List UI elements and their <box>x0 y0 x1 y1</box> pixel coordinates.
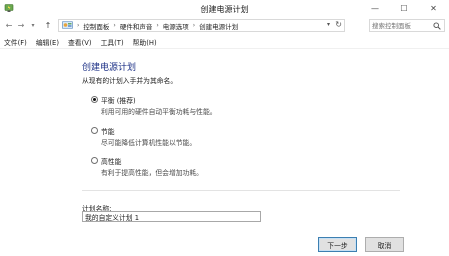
breadcrumb-control-panel[interactable]: 控制面板 <box>83 21 109 31</box>
close-button[interactable]: ✕ <box>418 0 449 17</box>
maximize-button[interactable]: ☐ <box>392 0 416 17</box>
forward-button[interactable]: → <box>16 20 26 31</box>
menu-file[interactable]: 文件(F) <box>4 37 27 47</box>
breadcrumb-hardware-sound[interactable]: 硬件和声音 <box>120 21 153 31</box>
breadcrumb-power-options[interactable]: 电源选项 <box>163 21 189 31</box>
breadcrumb-separator: › <box>192 22 196 29</box>
menu-help[interactable]: 帮助(H) <box>133 37 157 47</box>
address-dropdown-button[interactable]: ▾ <box>327 21 330 28</box>
menu-bar: 文件(F) 编辑(E) 查看(V) 工具(T) 帮助(H) <box>0 35 449 49</box>
breadcrumb-separator: › <box>77 22 80 29</box>
search-icon[interactable] <box>433 22 441 30</box>
recent-locations-button[interactable]: ▾ <box>28 20 38 31</box>
menu-view[interactable]: 查看(V) <box>68 37 92 47</box>
balanced-label[interactable]: 平衡 (推荐) <box>101 95 136 105</box>
title-bar: 创建电源计划 — ☐ ✕ <box>0 0 449 17</box>
refresh-button[interactable]: ↻ <box>335 20 342 29</box>
page-heading: 创建电源计划 <box>82 63 137 73</box>
high-performance-description: 有利于提高性能，但会增加功耗。 <box>101 169 203 177</box>
high-performance-label[interactable]: 高性能 <box>101 156 121 166</box>
high-performance-radio[interactable] <box>91 157 98 164</box>
section-divider <box>82 190 400 191</box>
power-saver-label[interactable]: 节能 <box>101 126 115 136</box>
power-saver-radio[interactable] <box>91 127 98 134</box>
balanced-description: 利用可用的硬件自动平衡功耗与性能。 <box>101 108 217 116</box>
breadcrumb-create-power-plan[interactable]: 创建电源计划 <box>199 21 238 31</box>
breadcrumb-separator: › <box>113 22 116 29</box>
address-bar[interactable]: › 控制面板 › 硬件和声音 › 电源选项 › 创建电源计划 ▾ ↻ <box>58 19 345 32</box>
breadcrumb-separator: › <box>156 22 159 29</box>
page-subtitle: 从现有的计划入手并为其命名。 <box>82 77 178 85</box>
search-box[interactable] <box>369 19 445 32</box>
menu-edit[interactable]: 编辑(E) <box>36 37 59 47</box>
search-input[interactable] <box>372 20 430 31</box>
address-row: ← → ▾ ↑ › 控制面板 › 硬件和声音 › 电源选项 › 创建电源计划 ▾… <box>0 17 449 34</box>
cancel-button[interactable]: 取消 <box>365 237 404 252</box>
menu-tools[interactable]: 工具(T) <box>101 37 124 47</box>
up-button[interactable]: ↑ <box>43 20 53 31</box>
power-saver-description: 尽可能降低计算机性能以节能。 <box>101 139 197 147</box>
plan-name-input[interactable] <box>82 211 261 222</box>
minimize-button[interactable]: — <box>363 0 387 17</box>
control-panel-icon <box>62 21 73 29</box>
back-button[interactable]: ← <box>4 20 14 31</box>
balanced-radio[interactable] <box>91 96 98 103</box>
next-button[interactable]: 下一步 <box>318 237 357 252</box>
